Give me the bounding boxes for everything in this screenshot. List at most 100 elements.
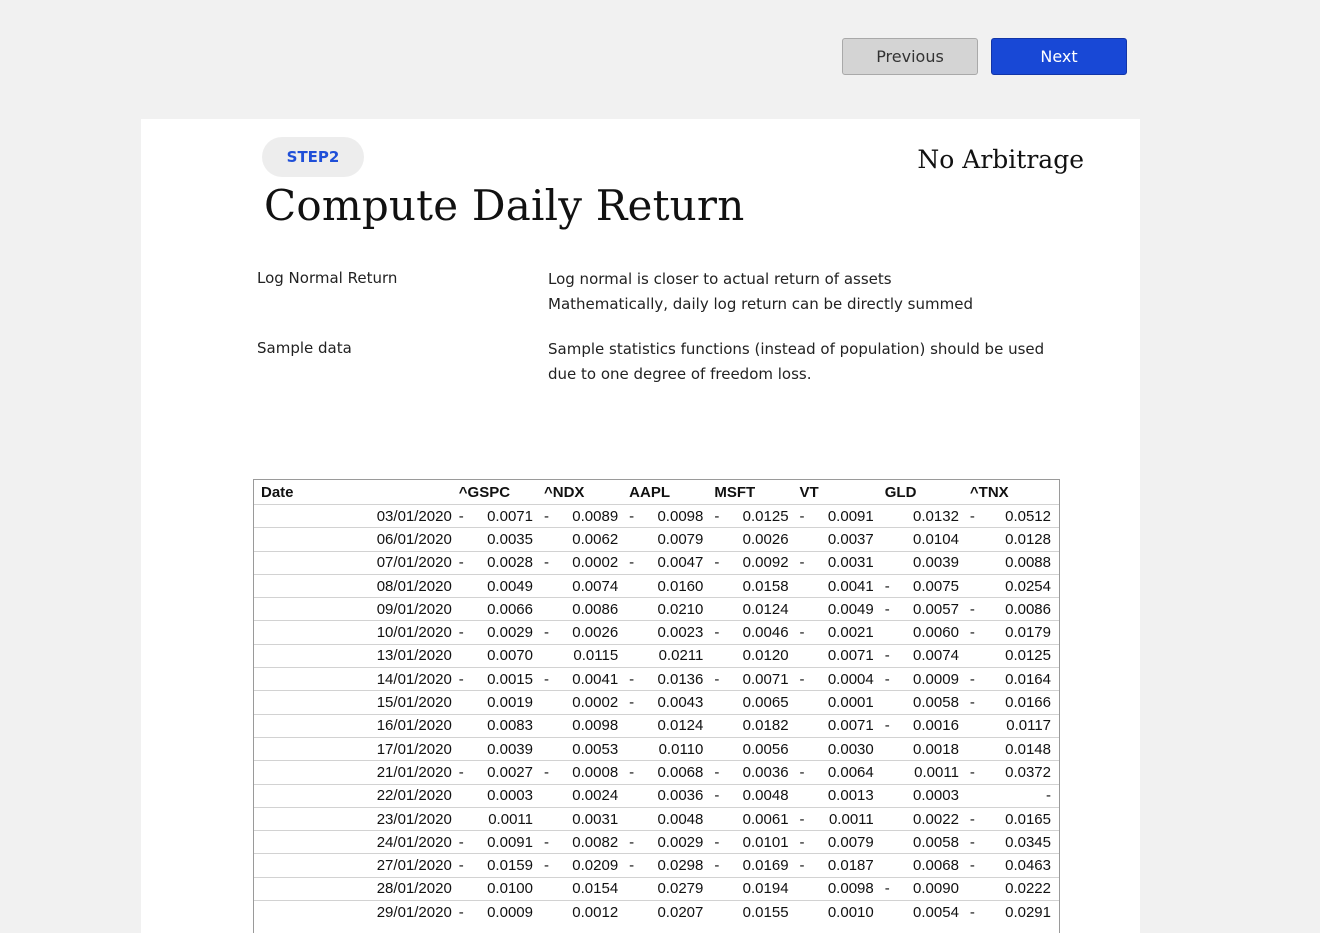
value-cell: 0.0187 <box>816 853 882 878</box>
sign-cell: - <box>540 830 561 854</box>
sign-cell: - <box>881 713 902 738</box>
value-cell: 0.0182 <box>730 713 797 738</box>
value-cell: 0.0088 <box>986 550 1059 575</box>
sign-cell <box>881 690 902 715</box>
sign-cell: - <box>455 550 476 575</box>
column-header-gld: GLD <box>884 483 917 501</box>
sign-cell <box>711 900 731 924</box>
value-cell: 0.0061 <box>730 806 797 831</box>
sign-cell: - <box>711 550 731 575</box>
sign-cell: - <box>540 667 561 691</box>
sign-cell: - <box>455 853 476 878</box>
value-cell: 0.0083 <box>475 713 541 738</box>
sign-cell: - <box>966 806 987 831</box>
table-row: 16/01/2020 0.0083 0.0098 0.0124 0.0182 0.0071… <box>254 713 1059 738</box>
column-header-gspc: ^GSPC <box>458 483 511 501</box>
column-header-date: Date <box>261 483 294 501</box>
value-cell: 0.0169 <box>730 853 797 878</box>
sign-cell: - <box>455 620 476 645</box>
desc-line: Log normal is closer to actual return of… <box>548 270 892 288</box>
value-cell: 0.0091 <box>475 830 541 854</box>
table-row: 14/01/2020-0.0015-0.0041-0.0136-0.0071-0… <box>254 667 1059 691</box>
sign-cell <box>881 620 902 645</box>
value-cell: 0.0047 <box>645 550 712 575</box>
sign-cell <box>540 736 561 761</box>
sign-cell: - <box>796 503 817 528</box>
sign-cell: - <box>796 853 817 878</box>
sign-cell: - <box>540 760 561 785</box>
sign-cell: - <box>796 806 817 831</box>
date-cell: 08/01/2020 <box>254 573 456 598</box>
value-cell: 0.0104 <box>901 527 967 552</box>
table-row: 03/01/2020-0.0071-0.0089-0.0098-0.0125-0… <box>254 503 1059 528</box>
value-cell: 0.0090 <box>901 876 967 901</box>
value-cell: 0.0372 <box>986 760 1059 785</box>
next-button[interactable]: Next <box>991 38 1127 75</box>
value-cell: 0.0071 <box>730 667 797 691</box>
sign-cell <box>711 876 731 901</box>
value-cell: 0.0086 <box>986 597 1059 621</box>
value-cell: 0.0117 <box>986 713 1059 738</box>
value-cell: 0.0036 <box>730 760 797 785</box>
sign-cell <box>881 900 902 924</box>
column-header-aapl: AAPL <box>629 483 671 501</box>
value-cell: 0.0291 <box>986 900 1059 924</box>
value-cell: 0.0018 <box>901 736 967 761</box>
value-cell: 0.0013 <box>816 783 882 808</box>
value-cell: 0.0098 <box>816 876 882 901</box>
value-cell: 0.0066 <box>475 597 541 621</box>
sign-cell <box>966 643 987 668</box>
sign-cell <box>540 643 561 668</box>
sign-cell <box>711 527 731 552</box>
sign-cell <box>711 643 731 668</box>
sign-cell <box>626 573 646 598</box>
sign-cell: - <box>455 900 476 924</box>
value-cell: 0.0132 <box>901 503 967 528</box>
sign-cell: - <box>881 667 902 691</box>
table-row: 28/01/2020 0.0100 0.0154 0.0279 0.0194 0.0098… <box>254 876 1059 901</box>
value-cell: 0.0120 <box>730 643 797 668</box>
value-cell: 0.0048 <box>645 806 712 831</box>
sign-cell <box>455 736 476 761</box>
table-row: 07/01/2020-0.0028-0.0002-0.0047-0.0092-0… <box>254 550 1059 575</box>
sign-cell <box>455 527 476 552</box>
value-cell: 0.0031 <box>560 806 627 831</box>
date-cell: 09/01/2020 <box>254 597 456 621</box>
sign-cell <box>626 620 646 645</box>
sign-cell <box>881 783 902 808</box>
sign-cell: - <box>626 550 646 575</box>
sign-cell <box>626 713 646 738</box>
sign-cell <box>540 573 561 598</box>
value-cell: 0.0035 <box>475 527 541 552</box>
sign-cell <box>455 643 476 668</box>
column-header-tnx: ^TNX <box>969 483 1009 501</box>
section-label-sample-data: Sample data <box>257 339 352 357</box>
sign-cell <box>966 876 987 901</box>
sign-cell <box>540 876 561 901</box>
sign-cell: - <box>966 900 987 924</box>
value-cell: 0.0053 <box>560 736 627 761</box>
value-cell: 0.0004 <box>816 667 882 691</box>
value-cell: 0.0015 <box>475 667 541 691</box>
table-row: 27/01/2020-0.0159-0.0209-0.0298-0.0169-0… <box>254 853 1059 878</box>
sign-cell <box>881 830 902 854</box>
value-cell: 0.0002 <box>560 690 627 715</box>
table-row: 13/01/2020 0.0070 0.0115 0.0211 0.0120 0.0071… <box>254 643 1059 668</box>
value-cell: 0.0166 <box>986 690 1059 715</box>
returns-table-container: Date ^GSPC ^NDX AAPL MSFT VT GLD ^TNX 03… <box>253 479 1060 933</box>
value-cell: 0.0345 <box>986 830 1059 854</box>
sign-cell <box>540 690 561 715</box>
previous-button[interactable]: Previous <box>842 38 978 75</box>
sign-cell <box>881 527 902 552</box>
date-cell: 21/01/2020 <box>254 760 456 785</box>
sign-cell <box>455 713 476 738</box>
value-cell: 0.0058 <box>901 690 967 715</box>
value-cell: 0.0012 <box>560 900 627 924</box>
column-header-vt: VT <box>799 483 819 501</box>
value-cell: 0.0159 <box>475 853 541 878</box>
sign-cell: - <box>626 690 646 715</box>
sign-cell <box>796 736 817 761</box>
sign-cell: - <box>626 853 646 878</box>
value-cell: 0.0222 <box>986 876 1059 901</box>
sign-cell <box>540 806 561 831</box>
